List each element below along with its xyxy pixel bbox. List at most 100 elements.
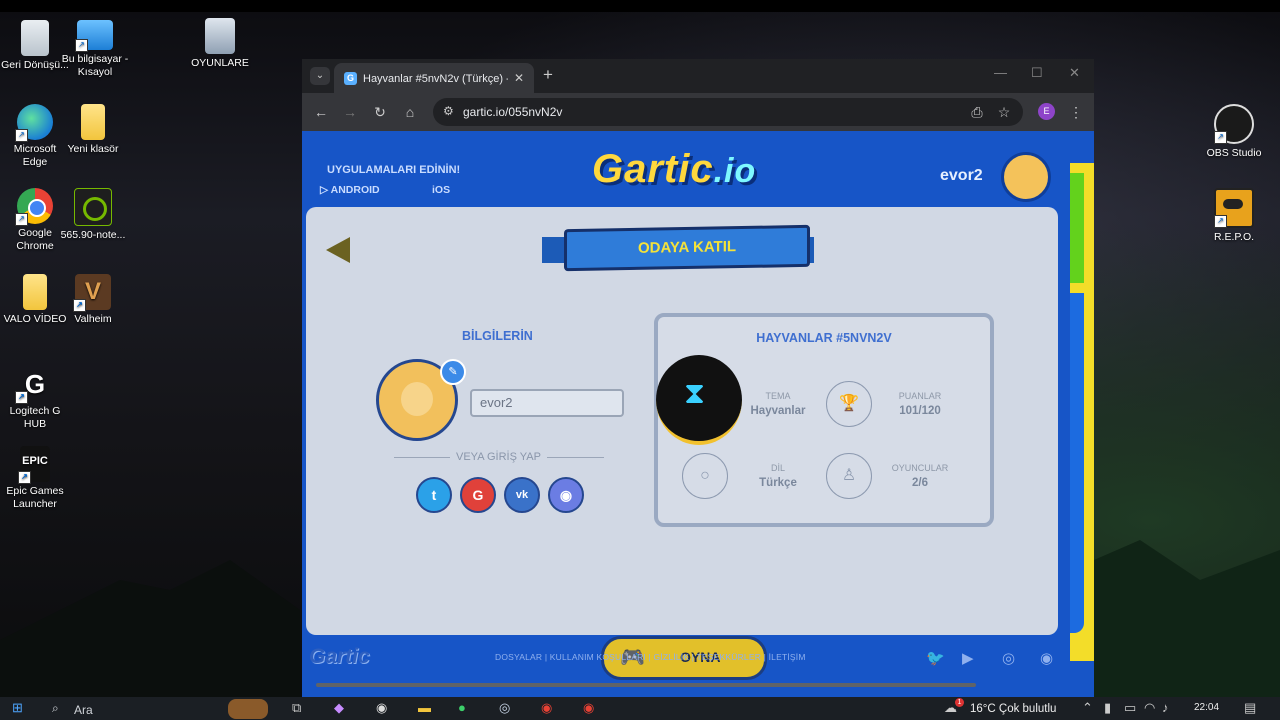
players-label: OYUNCULAR [891,463,949,473]
vk-login-icon[interactable]: vk [504,477,540,513]
folder-app-icon [205,18,235,54]
points-value: 101/120 [899,405,941,417]
gartic-logo[interactable]: Gartic.io [592,147,756,192]
edit-avatar-icon[interactable]: ✎ [440,359,466,385]
browser-toolbar: ← → ↻ ⌂ ⚙ gartic.io/055nvN2v ⎙ ☆ E ⋮ [302,93,1094,131]
desktop-icon-label: VALO VİDEO [3,313,67,325]
desktop-icon-label: Bu bilgisayar - Kısayol [61,53,129,78]
task-view-icon[interactable]: ⧉ [292,700,301,716]
desktop-icon-label: OYUNLARE [191,57,249,69]
language-icon: ○ [682,453,728,499]
tray-chevron-icon[interactable]: ⌃ [1082,700,1093,716]
footer-logo[interactable]: Gartic [309,645,370,669]
header-avatar[interactable] [1001,152,1051,202]
play-store-icon: ▷ [320,184,331,196]
instagram-icon[interactable]: ◎ [1002,649,1015,667]
apps-title: UYGULAMALARI EDİNİN! [327,164,461,176]
tab-close-icon[interactable]: ✕ [514,71,524,85]
copilot-icon[interactable]: ◆ [334,700,344,716]
desktop-icon-this-pc[interactable]: ↗ Bu bilgisayar - Kısayol [60,20,130,79]
desktop-icon-label: Logitech G HUB [9,405,61,430]
or-login-label: VEYA GİRİŞ YAP [450,451,547,463]
tab-search-button[interactable]: ⌄ [310,67,330,85]
browser-tab-gartic[interactable]: G Hayvanlar #5nvN2v (Türkçe) - G ✕ [334,63,534,93]
chrome-icon: ↗ [15,188,53,226]
valheim-icon: V ↗ [73,274,111,312]
obs-icon: ↗ [1214,104,1254,144]
minimize-icon[interactable]: — [994,65,1007,80]
desktop-icon-label: OBS Studio [1206,147,1262,159]
desktop-icon-label: Google Chrome [16,227,54,252]
clock-time[interactable]: 22:04 [1194,702,1219,713]
side-ad-strip [1070,163,1094,661]
points-label: PUANLAR [898,391,942,401]
twitter-login-icon[interactable]: t [416,477,452,513]
file-explorer-icon[interactable]: ▬ [418,700,431,715]
desktop-icon-new-folder[interactable]: Yeni klasör [58,104,128,156]
ios-link[interactable]: iOS [432,184,450,196]
desktop-icon-epic-games[interactable]: EPIC ↗ Epic Games Launcher [0,446,70,511]
new-tab-button[interactable]: + [538,65,558,85]
page-title: ODAYA KATIL [564,224,810,272]
desktop-icon-repo[interactable]: ↗ R.E.P.O. [1199,188,1269,244]
android-link[interactable]: ▷ ANDROID [320,184,380,196]
menu-dots-icon[interactable]: ⋮ [1066,102,1086,122]
search-icon: ⌕ [52,701,59,715]
your-info-title: BİLGİLERİN [462,329,533,343]
home-icon[interactable]: ⌂ [400,102,420,122]
weather-badge: 1 [955,698,964,707]
bookmark-star-icon[interactable]: ☆ [994,102,1014,122]
browser-window: ⌄ G Hayvanlar #5nvN2v (Türkçe) - G ✕ + —… [302,59,1094,697]
install-app-icon[interactable]: ⎙ [967,102,987,122]
usb-icon[interactable]: ▮ [1104,700,1111,716]
youtube-icon[interactable]: ▶ [962,649,974,667]
gartic-favicon-icon: G [344,72,357,85]
desktop-icon-label: R.E.P.O. [1213,231,1255,243]
desktop-icon-label: Epic Games Launcher [6,485,64,510]
address-bar[interactable]: ⚙ gartic.io/055nvN2v ⎙ ☆ [433,98,1023,126]
taskbar: ⊞ ⌕ Ara ⧉ ◆ ◉ ▬ ● ◎ ◉ ◉ ☁ 1 16°C Çok bul… [0,697,1280,720]
weather-text[interactable]: 16°C Çok bulutlu [970,703,1056,715]
recycle-bin-icon [21,20,49,56]
epic-icon: EPIC ↗ [18,446,50,484]
desktop-icon-logitech[interactable]: G ↗ Logitech G HUB [0,366,70,431]
twitter-icon[interactable]: 🐦 [926,649,945,667]
taskbar-search[interactable]: ⌕ Ara [44,699,274,719]
notifications-icon[interactable]: ▤ [1244,700,1256,716]
volume-icon[interactable]: ♪ [1162,700,1169,715]
forward-arrow-icon[interactable]: → [340,102,360,122]
search-highlight-icon [228,699,268,719]
display-icon[interactable]: ▭ [1124,700,1136,716]
maximize-icon[interactable]: ☐ [1031,65,1043,81]
profile-avatar[interactable]: E [1038,103,1055,120]
back-arrow-icon[interactable]: ← [311,102,331,122]
desktop-icon-label: Yeni klasör [67,143,119,155]
desktop-icon-label: Geri Dönüşü... [1,59,69,71]
steam-icon[interactable]: ◎ [499,700,510,716]
windows-start-icon[interactable]: ⊞ [12,700,23,716]
desktop-icon-oyunlare[interactable]: OYUNLARE [185,18,255,70]
google-login-icon[interactable]: G [460,477,496,513]
close-window-icon[interactable]: ✕ [1069,65,1080,81]
discord-login-icon[interactable]: ◉ [548,477,584,513]
wifi-icon[interactable]: ◠ [1144,700,1155,716]
whatsapp-icon[interactable]: ● [458,700,466,715]
desktop-icon-nvidia-driver[interactable]: 565.90-note... [58,188,128,242]
app-icon[interactable]: ◉ [376,700,387,716]
reload-icon[interactable]: ↻ [370,102,390,122]
header-username: evor2 [940,167,983,184]
horizontal-scrollbar[interactable] [316,683,976,687]
chrome-profile-taskbar-icon[interactable]: ◉ [583,700,594,716]
footer-links[interactable]: DOSYALAR | KULLANIM KOŞULLARI | GİZLİLİK… [495,652,806,662]
chrome-taskbar-icon[interactable]: ◉ [541,700,552,716]
nickname-input[interactable]: evor2 [470,389,624,417]
desktop-icon-label: Microsoft Edge [13,143,57,168]
language-value: Türkçe [759,477,797,489]
desktop-icon-valheim[interactable]: V ↗ Valheim [58,274,128,326]
hourglass-icon: ⧗ [684,377,706,410]
site-info-icon[interactable]: ⚙ [443,104,454,118]
discord-icon[interactable]: ◉ [1040,649,1053,667]
back-arrow-icon[interactable] [326,237,350,263]
desktop-icon-obs[interactable]: ↗ OBS Studio [1199,104,1269,160]
trophy-icon: 🏆 [826,381,872,427]
